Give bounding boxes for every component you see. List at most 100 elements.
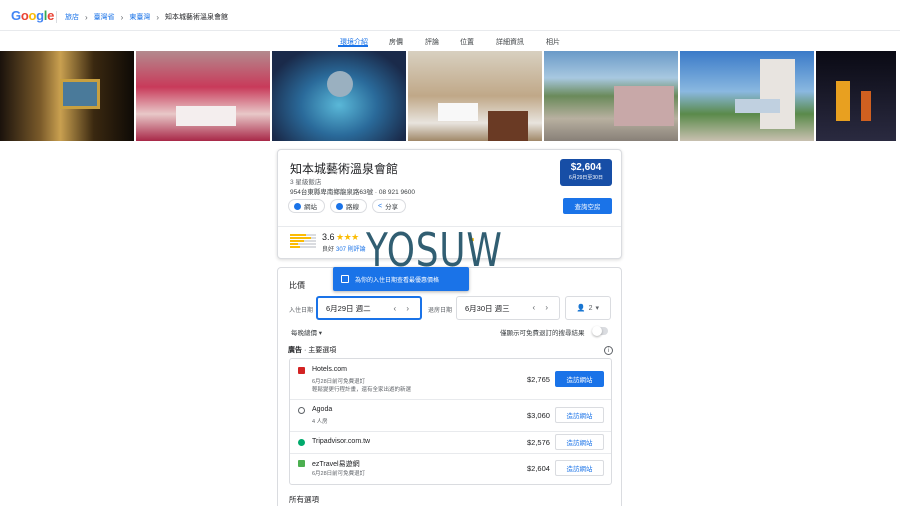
- list-item[interactable]: ezTravel易遊網 6月28日前可免費退訂 $2,604 造訪網站: [290, 454, 611, 485]
- reviews-link[interactable]: 307 則評論: [336, 244, 366, 253]
- offer-name: Agoda: [312, 406, 333, 413]
- offer-name: ezTravel易遊網: [312, 461, 360, 468]
- breadcrumb-separator: ›: [120, 12, 124, 22]
- offer-note: 4 人房: [312, 419, 328, 425]
- tab-details[interactable]: 詳細資訊: [496, 37, 524, 47]
- breadcrumb-region[interactable]: 東臺灣: [129, 12, 150, 22]
- featured-price: $2,604: [570, 162, 602, 173]
- offer-note: 6月28日前可免費退訂: [312, 379, 366, 385]
- photo-night[interactable]: [816, 51, 896, 141]
- visit-site-button[interactable]: 造訪網站: [555, 460, 604, 476]
- share-button[interactable]: < 分享: [372, 199, 407, 213]
- checkout-date-field[interactable]: 6月30日 週三 ‹ ›: [456, 296, 560, 320]
- checkout-label: 退房日期: [428, 308, 453, 314]
- tab-reviews[interactable]: 評論: [425, 37, 439, 47]
- breadcrumb-current: 知本城藝術溫泉會館: [165, 14, 229, 21]
- section-tabs: 環境介紹 房價 評論 位置 詳細資訊 相片: [0, 32, 900, 50]
- rating-bar: [290, 234, 316, 236]
- offer-price: $2,765: [527, 375, 550, 384]
- offer-price: $2,576: [527, 438, 550, 447]
- photo-corridor[interactable]: [0, 51, 134, 141]
- photo-building[interactable]: [680, 51, 814, 141]
- photo-spa-pool[interactable]: [272, 51, 406, 141]
- photo-strip: [0, 51, 900, 141]
- date-stepper-icon[interactable]: ‹ ›: [393, 304, 413, 313]
- breadcrumb-hotels[interactable]: 旅店: [65, 12, 79, 22]
- checkin-date-value: 6月29日 週二: [326, 303, 371, 313]
- offer-note-2: 輕鬆變更行程計畫，還有全家出遊的新選: [312, 387, 412, 393]
- list-item[interactable]: Tripadvisor.com.tw $2,576 造訪網站: [290, 432, 611, 454]
- rating-distribution: [290, 234, 316, 249]
- tripadvisor-logo-icon: [298, 439, 305, 446]
- guests-count: 2: [588, 304, 593, 312]
- checkout-date-value: 6月30日 週三: [465, 303, 510, 313]
- offer-note: 6月28日前可免費退訂: [312, 471, 366, 477]
- top-bar: Google 旅店 › 臺灣省 › 東臺灣 › 知本城藝術溫泉會館: [0, 0, 900, 31]
- all-options-heading: 所有選項: [289, 495, 319, 504]
- rating-score: 3.6: [322, 232, 335, 242]
- photo-bathroom[interactable]: [408, 51, 542, 141]
- directions-icon: [336, 202, 343, 210]
- website-label: 網站: [304, 204, 317, 211]
- info-icon[interactable]: i: [604, 346, 613, 355]
- featured-price-badge[interactable]: $2,604 6月29日至30日: [560, 159, 612, 186]
- rating-bar: [290, 246, 316, 248]
- breadcrumb-province[interactable]: 臺灣省: [94, 12, 115, 22]
- visit-site-button[interactable]: 造訪網站: [555, 371, 604, 387]
- rating-bar: [290, 240, 316, 242]
- star-rating-icon: ★★★: [336, 232, 359, 242]
- date-stepper-icon[interactable]: ‹ ›: [532, 303, 552, 312]
- featured-price-dates: 6月29日至30日: [569, 175, 603, 181]
- rating-bar: [290, 243, 316, 245]
- directions-label: 路線: [346, 204, 359, 211]
- free-cancellation-label: 僅顯示可免費退訂的搜尋結果: [500, 330, 585, 337]
- nightly-price-dropdown[interactable]: 每晚總價 ▾: [291, 327, 322, 337]
- divider: [56, 11, 57, 23]
- list-item[interactable]: Agoda 4 人房 $3,060 造訪網站: [290, 400, 611, 432]
- offer-name: Hotels.com: [312, 366, 348, 373]
- hotel-address: 954台東縣卑南鄉龍泉路63號 · 08 921 9600: [290, 189, 415, 196]
- agoda-logo-icon: [298, 407, 305, 414]
- ads-section-label: 廣告 · 主要選項: [288, 345, 336, 355]
- calendar-icon: [341, 275, 349, 283]
- rating-bar: [290, 237, 316, 239]
- free-cancellation-toggle[interactable]: [592, 326, 608, 336]
- breadcrumb-separator: ›: [156, 12, 160, 22]
- offers-list: Hotels.com 6月28日前可免費退訂 輕鬆變更行程計畫，還有全家出遊的新…: [289, 358, 612, 485]
- watermark-text: YOSUW: [366, 223, 503, 277]
- checkin-label: 入住日期: [289, 308, 314, 314]
- action-pills: 網站 路線 < 分享: [288, 199, 407, 213]
- share-icon: <: [378, 202, 383, 210]
- offer-price: $3,060: [527, 411, 550, 420]
- tab-location[interactable]: 位置: [460, 37, 474, 47]
- breadcrumb-separator: ›: [85, 12, 88, 22]
- directions-button[interactable]: 路線: [330, 199, 367, 213]
- visit-site-button[interactable]: 造訪網站: [555, 407, 604, 423]
- rating-word: 良好: [322, 247, 335, 253]
- hotels-com-logo-icon: [298, 367, 305, 374]
- ad-badge: 廣告: [288, 347, 302, 354]
- hotel-name: 知本城藝術溫泉會館: [290, 162, 399, 176]
- person-icon: 👤: [576, 305, 586, 312]
- list-item[interactable]: Hotels.com 6月28日前可免費退訂 輕鬆變更行程計畫，還有全家出遊的新…: [290, 359, 611, 400]
- hotel-star-class: 3 星級飯店: [290, 179, 322, 186]
- offer-price: $2,604: [527, 464, 550, 473]
- tab-photos[interactable]: 相片: [546, 37, 560, 47]
- share-label: 分享: [385, 204, 399, 211]
- offer-name: Tripadvisor.com.tw: [312, 438, 371, 445]
- website-button[interactable]: 網站: [288, 199, 325, 213]
- guests-selector[interactable]: 👤 2 ▾: [565, 296, 611, 320]
- check-availability-button[interactable]: 查詢空房: [563, 198, 612, 214]
- eztravel-logo-icon: [298, 460, 305, 467]
- breadcrumb: 旅店 › 臺灣省 › 東臺灣 › 知本城藝術溫泉會館: [56, 11, 228, 23]
- photo-bedroom[interactable]: [136, 51, 270, 141]
- visit-site-button[interactable]: 造訪網站: [555, 434, 604, 450]
- checkin-date-field[interactable]: 6月29日 週二 ‹ ›: [316, 296, 422, 320]
- price-section-title: 比價: [289, 281, 305, 290]
- tab-prices[interactable]: 房價: [389, 37, 403, 47]
- photo-street[interactable]: [544, 51, 678, 141]
- active-tab-indicator: [338, 45, 368, 47]
- google-logo[interactable]: Google: [11, 8, 54, 23]
- globe-icon: [294, 202, 301, 210]
- ads-section-text: · 主要選項: [302, 347, 337, 354]
